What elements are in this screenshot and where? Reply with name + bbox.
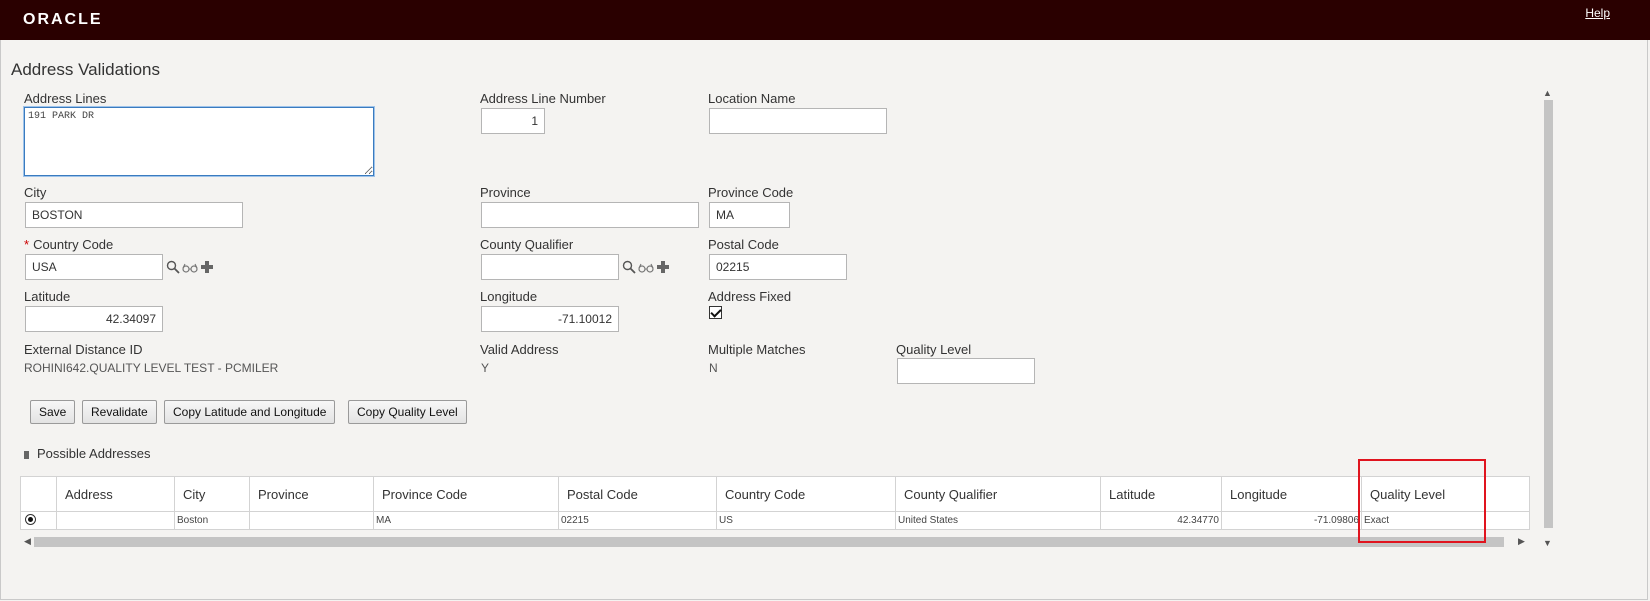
county-qualifier-input[interactable]	[481, 254, 619, 280]
country-code-label: * Country Code	[24, 237, 113, 252]
possible-addresses-header[interactable]: Possible Addresses	[24, 446, 150, 461]
add-icon[interactable]	[200, 260, 214, 274]
address-fixed-label: Address Fixed	[708, 289, 792, 304]
cell-address	[57, 511, 175, 530]
country-code-label-text: Country Code	[33, 237, 114, 252]
quality-level-input[interactable]	[897, 358, 1035, 384]
copy-quality-level-button[interactable]: Copy Quality Level	[348, 400, 467, 424]
city-label: City	[24, 185, 47, 200]
address-lines-input[interactable]: 191 PARK DR	[24, 107, 374, 176]
cell-city: Boston	[175, 511, 250, 530]
glasses-icon[interactable]	[638, 261, 654, 275]
address-lines-label: Address Lines	[24, 91, 107, 106]
cell-postal-code: 02215	[559, 511, 717, 530]
province-input[interactable]	[481, 202, 699, 228]
country-code-input[interactable]	[25, 254, 163, 280]
province-code-label: Province Code	[708, 185, 794, 200]
possible-addresses-table: Address City Province Province Code Post…	[20, 476, 1530, 530]
page-title: Address Validations	[11, 60, 160, 79]
postal-code-label: Postal Code	[708, 237, 779, 252]
save-button[interactable]: Save	[30, 400, 76, 424]
province-label: Province	[480, 185, 531, 200]
scroll-left-icon[interactable]: ◀	[24, 536, 31, 547]
cell-latitude: 42.34770	[1101, 511, 1222, 530]
multiple-matches-value: N	[709, 361, 718, 375]
scroll-right-icon[interactable]: ▶	[1518, 536, 1525, 547]
column-header-country-code[interactable]: Country Code	[717, 477, 896, 511]
horizontal-scroll-thumb[interactable]	[34, 537, 1504, 547]
address-fixed-checkbox[interactable]	[709, 306, 722, 319]
select-column-header	[21, 477, 57, 511]
address-line-number-input[interactable]	[481, 108, 545, 134]
required-mark: *	[24, 237, 30, 252]
add-icon[interactable]	[656, 260, 670, 274]
scroll-up-icon[interactable]: ▲	[1543, 88, 1552, 98]
quality-level-highlight-box	[1358, 459, 1486, 543]
column-header-province-code[interactable]: Province Code	[374, 477, 559, 511]
location-name-label: Location Name	[708, 91, 796, 106]
table-row[interactable]: Boston MA 02215 US United States 42.3477…	[21, 511, 1529, 530]
search-icon[interactable]	[622, 260, 636, 274]
table-header-row: Address City Province Province Code Post…	[21, 477, 1529, 512]
postal-code-input[interactable]	[709, 254, 847, 280]
longitude-label: Longitude	[480, 289, 538, 304]
scroll-down-icon[interactable]: ▼	[1543, 538, 1552, 548]
row-select-cell[interactable]	[21, 511, 57, 530]
cell-province	[250, 511, 374, 530]
latitude-input[interactable]	[25, 306, 163, 332]
column-header-latitude[interactable]: Latitude	[1101, 477, 1222, 511]
column-header-province[interactable]: Province	[250, 477, 374, 511]
column-header-postal-code[interactable]: Postal Code	[559, 477, 717, 511]
column-header-city[interactable]: City	[175, 477, 250, 511]
multiple-matches-label: Multiple Matches	[708, 342, 806, 357]
oracle-logo: ORACLE	[23, 11, 103, 28]
glasses-icon[interactable]	[182, 261, 198, 275]
vertical-scroll-thumb[interactable]	[1544, 100, 1553, 528]
county-qualifier-label: County Qualifier	[480, 237, 574, 252]
possible-addresses-title: Possible Addresses	[37, 446, 151, 461]
top-bar: ORACLE Help	[0, 0, 1650, 40]
column-header-longitude[interactable]: Longitude	[1222, 477, 1362, 511]
cell-province-code: MA	[374, 511, 559, 530]
cell-country-code: US	[717, 511, 896, 530]
copy-latitude-longitude-button[interactable]: Copy Latitude and Longitude	[164, 400, 336, 424]
search-icon[interactable]	[166, 260, 180, 274]
latitude-label: Latitude	[24, 289, 71, 304]
valid-address-value: Y	[481, 361, 490, 375]
revalidate-button[interactable]: Revalidate	[82, 400, 157, 424]
horizontal-scrollbar[interactable]: ◀ ▶	[20, 535, 1530, 549]
external-distance-id-label: External Distance ID	[24, 342, 143, 357]
address-line-number-label: Address Line Number	[480, 91, 606, 106]
longitude-input[interactable]	[481, 306, 619, 332]
province-code-input[interactable]	[709, 202, 790, 228]
city-input[interactable]	[25, 202, 243, 228]
vertical-scrollbar[interactable]: ▲ ▼	[1540, 88, 1555, 550]
external-distance-id-value: ROHINI642.QUALITY LEVEL TEST - PCMILER	[24, 361, 279, 375]
column-header-county-qualifier[interactable]: County Qualifier	[896, 477, 1101, 511]
quality-level-label: Quality Level	[896, 342, 972, 357]
row-select-radio[interactable]	[25, 514, 36, 525]
cell-county-qualifier: United States	[896, 511, 1101, 530]
help-link[interactable]: Help	[1585, 6, 1610, 20]
column-header-address[interactable]: Address	[57, 477, 175, 511]
valid-address-label: Valid Address	[480, 342, 559, 357]
cell-longitude: -71.09806	[1222, 511, 1362, 530]
location-name-input[interactable]	[709, 108, 887, 134]
collapse-triangle-icon[interactable]	[24, 451, 29, 459]
